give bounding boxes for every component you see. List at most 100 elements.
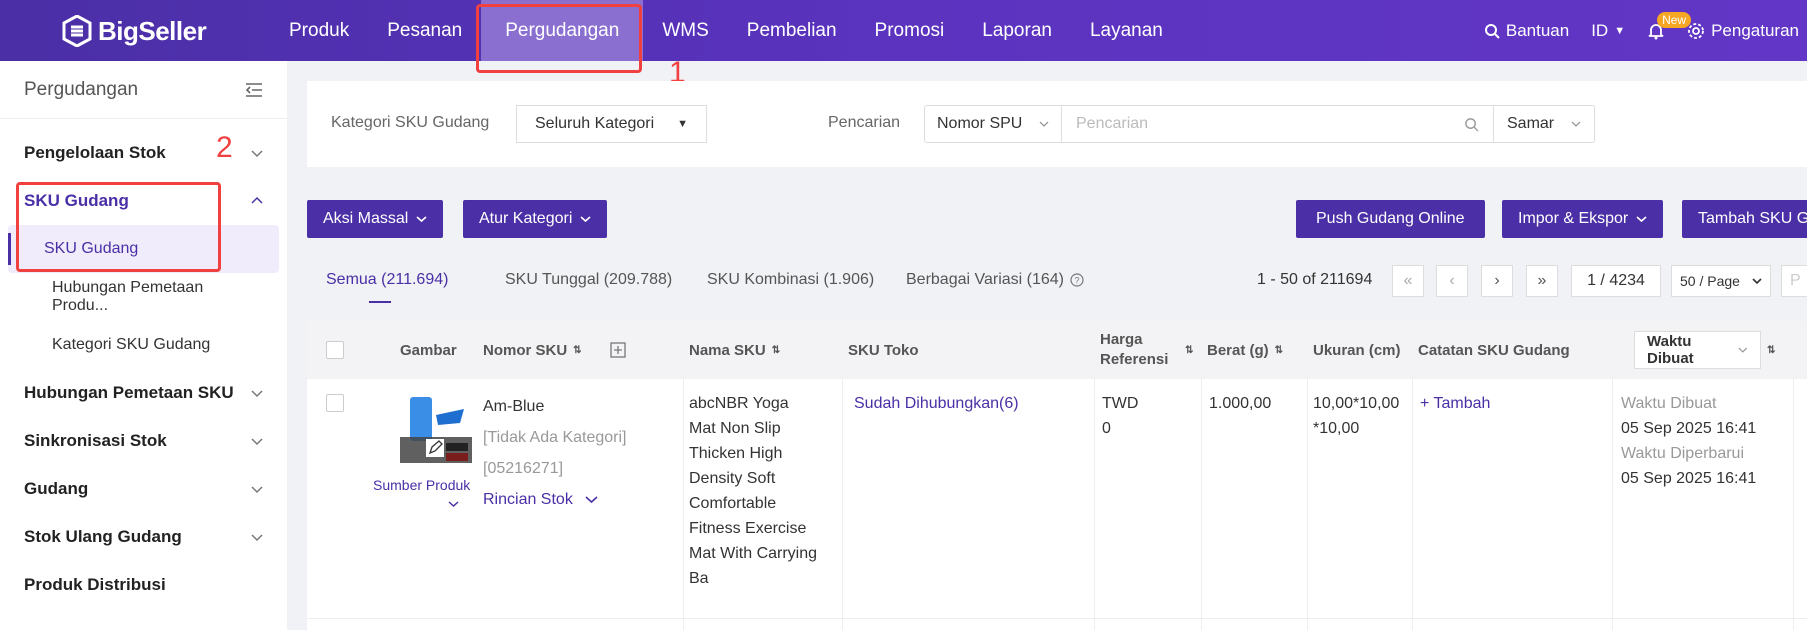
sku-name-line: Comfortable: [689, 495, 777, 512]
caret-down-icon: ▼: [1614, 24, 1626, 37]
size-line: 10,00*10,00: [1313, 395, 1400, 412]
pagination-range: 1 - 50 of 211694: [1257, 271, 1373, 288]
sidebar-group-label: Hubungan Pemetaan SKU: [24, 383, 234, 402]
page-size-select[interactable]: 50 / Page: [1671, 265, 1771, 297]
sidebar-group-hubungan-pemetaan-sku[interactable]: Hubungan Pemetaan SKU: [0, 369, 287, 417]
search-input[interactable]: Pencarian: [1061, 105, 1494, 143]
notification-button[interactable]: New: [1647, 11, 1692, 40]
sidebar-group-stok-ulang-gudang[interactable]: Stok Ulang Gudang: [0, 513, 287, 561]
sidebar-group-label: Sinkronisasi Stok: [24, 431, 167, 450]
table-header: Gambar Nomor SKU ⇅ Nama SKU ⇅ SKU Toko H…: [307, 321, 1807, 379]
nav-pembelian[interactable]: Pembelian: [728, 0, 856, 61]
chevron-down-icon[interactable]: [448, 491, 459, 516]
currency: TWD: [1102, 395, 1139, 412]
stock-detail-label: Rincian Stok: [483, 491, 573, 508]
expand-plus-icon[interactable]: [609, 342, 626, 358]
header-weight[interactable]: Berat (g) ⇅: [1207, 321, 1283, 379]
tab-all[interactable]: Semua (211.694): [326, 271, 448, 289]
help-circle-icon[interactable]: ?: [1070, 273, 1084, 287]
chevron-right-icon: ›: [1494, 272, 1500, 289]
nav-wms[interactable]: WMS: [643, 0, 727, 61]
chevron-down-icon: [251, 534, 263, 542]
row-checkbox[interactable]: [326, 394, 344, 412]
push-online-button[interactable]: Push Gudang Online: [1296, 200, 1485, 238]
chevron-down-icon: [251, 150, 263, 158]
annotation-number-2: 2: [216, 131, 233, 164]
category-select[interactable]: Seluruh Kategori ▼: [516, 105, 707, 143]
sku-table: Gambar Nomor SKU ⇅ Nama SKU ⇅ SKU Toko H…: [307, 321, 1807, 630]
match-mode-value: Samar: [1507, 115, 1555, 132]
sku-category: [Tidak Ada Kategori]: [483, 429, 627, 446]
sku-tabs: Semua (211.694) SKU Tunggal (209.788) SK…: [307, 261, 1807, 321]
stock-detail-link[interactable]: Rincian Stok: [483, 484, 673, 515]
product-thumbnail[interactable]: [400, 395, 472, 463]
category-select-value: Seluruh Kategori: [535, 115, 655, 132]
add-sku-label: Tambah SKU G: [1698, 210, 1807, 227]
product-image: [400, 395, 472, 463]
prev-page-button[interactable]: ‹: [1436, 265, 1468, 297]
search-type-select[interactable]: Nomor SPU: [924, 105, 1062, 143]
main-content: Kategori SKU Gudang Seluruh Kategori ▼ P…: [287, 61, 1807, 630]
ref-price-sort-icon[interactable]: ⇅: [1185, 321, 1193, 379]
header-store-sku: SKU Toko: [848, 341, 919, 359]
header-sku-no[interactable]: Nomor SKU ⇅: [483, 321, 626, 379]
import-export-button[interactable]: Impor & Ekspor: [1502, 200, 1664, 238]
created-label: Waktu Dibuat: [1621, 395, 1717, 412]
bigseller-logo[interactable]: BigSeller: [62, 15, 207, 47]
first-page-button[interactable]: «: [1392, 265, 1424, 297]
main-nav: Produk Pesanan Pergudangan WMS Pembelian…: [270, 0, 1182, 61]
add-note-button[interactable]: + Tambah: [1420, 391, 1490, 416]
sidebar-group-pengelolaan-stok[interactable]: Pengelolaan Stok: [0, 129, 287, 177]
bulk-action-label: Aksi Massal: [323, 210, 409, 227]
help-link[interactable]: Bantuan: [1484, 21, 1569, 41]
nav-laporan[interactable]: Laporan: [963, 0, 1071, 61]
store-sku-link[interactable]: Sudah Dihubungkan(6): [854, 391, 1019, 416]
checkbox-box: [326, 341, 344, 359]
annotation-box-2: [16, 182, 221, 272]
add-sku-button[interactable]: Tambah SKU G: [1682, 200, 1807, 238]
next-page-button[interactable]: ›: [1481, 265, 1513, 297]
sidebar-group-sinkronisasi-stok[interactable]: Sinkronisasi Stok: [0, 417, 287, 465]
sidebar-title: Pergudangan: [24, 78, 139, 100]
sidebar-group-produk-distribusi[interactable]: Produk Distribusi: [0, 561, 287, 609]
header-sku-no-label: Nomor SKU: [483, 341, 568, 359]
settings-link[interactable]: Pengaturan: [1687, 21, 1799, 41]
header-sku-name[interactable]: Nama SKU ⇅: [689, 321, 780, 379]
nav-pesanan[interactable]: Pesanan: [368, 0, 481, 61]
size-cell: 10,00*10,00 *10,00: [1313, 391, 1399, 441]
sidebar-item-kategori-sku-gudang[interactable]: Kategori SKU Gudang: [8, 321, 279, 369]
search-icon[interactable]: [1464, 117, 1479, 132]
ref-price-cell: TWD 0: [1102, 391, 1138, 441]
sidebar-header: Pergudangan: [0, 61, 287, 119]
push-online-label: Push Gudang Online: [1316, 210, 1465, 227]
last-page-button[interactable]: »: [1526, 265, 1558, 297]
select-all-checkbox[interactable]: [326, 321, 344, 379]
tab-single-sku[interactable]: SKU Tunggal (209.788): [505, 271, 672, 289]
header-size: Ukuran (cm): [1313, 341, 1401, 359]
bulk-action-button[interactable]: Aksi Massal: [307, 200, 444, 238]
nav-layanan[interactable]: Layanan: [1071, 0, 1182, 61]
chevron-down-icon: [585, 496, 598, 504]
nav-produk[interactable]: Produk: [270, 0, 368, 61]
match-mode-select[interactable]: Samar: [1493, 105, 1595, 143]
nav-promosi[interactable]: Promosi: [856, 0, 964, 61]
language-selector[interactable]: ID ▼: [1591, 21, 1625, 41]
sidebar-group-label: Pengelolaan Stok: [24, 143, 166, 162]
tab-variants[interactable]: Berbagai Variasi (164) ?: [906, 271, 1084, 289]
tab-combo-sku[interactable]: SKU Kombinasi (1.906): [707, 271, 874, 289]
sort-icon: ⇅: [1274, 344, 1284, 356]
sidebar-item-hubungan-pemetaan-produk[interactable]: Hubungan Pemetaan Produ...: [8, 273, 279, 321]
filter-panel: Kategori SKU Gudang Seluruh Kategori ▼ P…: [307, 81, 1807, 167]
sidebar-group-gudang[interactable]: Gudang: [0, 465, 287, 513]
goto-page-input[interactable]: P: [1781, 265, 1807, 297]
sku-name-line: Fitness Exercise: [689, 520, 807, 537]
time-select-box: Waktu Dibuat: [1634, 331, 1761, 369]
set-category-button[interactable]: Atur Kategori: [463, 200, 608, 238]
page-indicator[interactable]: 1 / 4234: [1571, 265, 1661, 297]
set-category-label: Atur Kategori: [479, 210, 573, 227]
updated-label: Waktu Diperbarui: [1621, 445, 1745, 462]
collapse-menu-icon[interactable]: [245, 82, 263, 98]
chevron-up-icon: [251, 196, 263, 204]
header-time-select[interactable]: Waktu Dibuat ⇅: [1634, 321, 1775, 379]
checkbox-box: [326, 394, 344, 412]
